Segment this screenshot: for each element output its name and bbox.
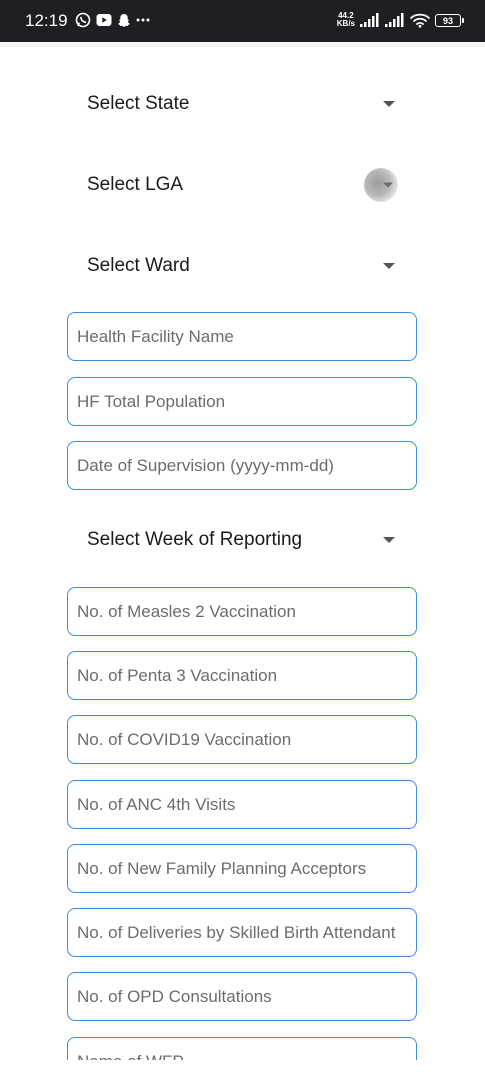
week-of-reporting-dropdown[interactable]: Select Week of Reporting — [67, 518, 417, 562]
status-time: 12:19 — [25, 11, 68, 30]
wifi-icon — [410, 13, 430, 28]
snapchat-icon — [117, 13, 131, 27]
youtube-icon — [96, 14, 112, 26]
supervision-form: Select State Select LGA Select Ward Sele… — [0, 42, 485, 1062]
opd-input[interactable] — [77, 973, 410, 1020]
week-of-reporting-label: Select Week of Reporting — [87, 529, 303, 550]
touch-ripple — [364, 168, 398, 202]
state-dropdown[interactable]: Select State — [67, 82, 417, 126]
whatsapp-icon — [75, 12, 91, 28]
state-dropdown-label: Select State — [87, 93, 190, 114]
date-of-supervision-input[interactable] — [77, 442, 410, 489]
date-of-supervision-field[interactable] — [67, 441, 417, 490]
covid19-input[interactable] — [77, 716, 410, 763]
chevron-down-icon — [383, 182, 393, 188]
health-facility-name-field[interactable] — [67, 312, 417, 361]
opd-field[interactable] — [67, 972, 417, 1021]
anc4-field[interactable] — [67, 780, 417, 829]
skilled-birth-field[interactable] — [67, 908, 417, 957]
hf-total-population-field[interactable] — [67, 377, 417, 426]
name-of-wfp-field[interactable]: Name of WFP — [67, 1037, 417, 1062]
battery-icon: 93 — [435, 13, 464, 27]
signal-icon — [385, 13, 404, 27]
more-dots-icon — [136, 18, 150, 22]
lga-dropdown-label: Select LGA — [87, 174, 184, 195]
network-speed: 44.2 KB/s — [337, 12, 355, 28]
signal-icon — [360, 13, 379, 27]
battery-level: 93 — [442, 15, 453, 26]
ward-dropdown-label: Select Ward — [87, 255, 190, 276]
lga-dropdown[interactable]: Select LGA — [67, 163, 417, 207]
covid19-field[interactable] — [67, 715, 417, 764]
system-icons: 44.2 KB/s 93 — [337, 12, 464, 28]
ward-dropdown[interactable]: Select Ward — [67, 244, 417, 288]
notification-icons — [75, 12, 150, 28]
anc4-input[interactable] — [77, 781, 410, 828]
family-planning-input[interactable] — [77, 845, 410, 892]
chevron-down-icon — [383, 537, 395, 543]
hf-total-population-input[interactable] — [77, 378, 410, 425]
chevron-down-icon — [383, 101, 395, 107]
app-top-divider — [0, 42, 485, 47]
status-bar: 12:19 44.2 KB/s 93 — [0, 0, 485, 42]
family-planning-field[interactable] — [67, 844, 417, 893]
skilled-birth-input[interactable] — [77, 909, 410, 956]
screen-bottom-edge — [0, 1060, 485, 1062]
penta3-field[interactable] — [67, 651, 417, 700]
measles2-input[interactable] — [77, 588, 410, 635]
measles2-field[interactable] — [67, 587, 417, 636]
penta3-input[interactable] — [77, 652, 410, 699]
chevron-down-icon — [383, 263, 395, 269]
network-speed-unit: KB/s — [336, 19, 355, 28]
health-facility-name-input[interactable] — [77, 313, 410, 360]
